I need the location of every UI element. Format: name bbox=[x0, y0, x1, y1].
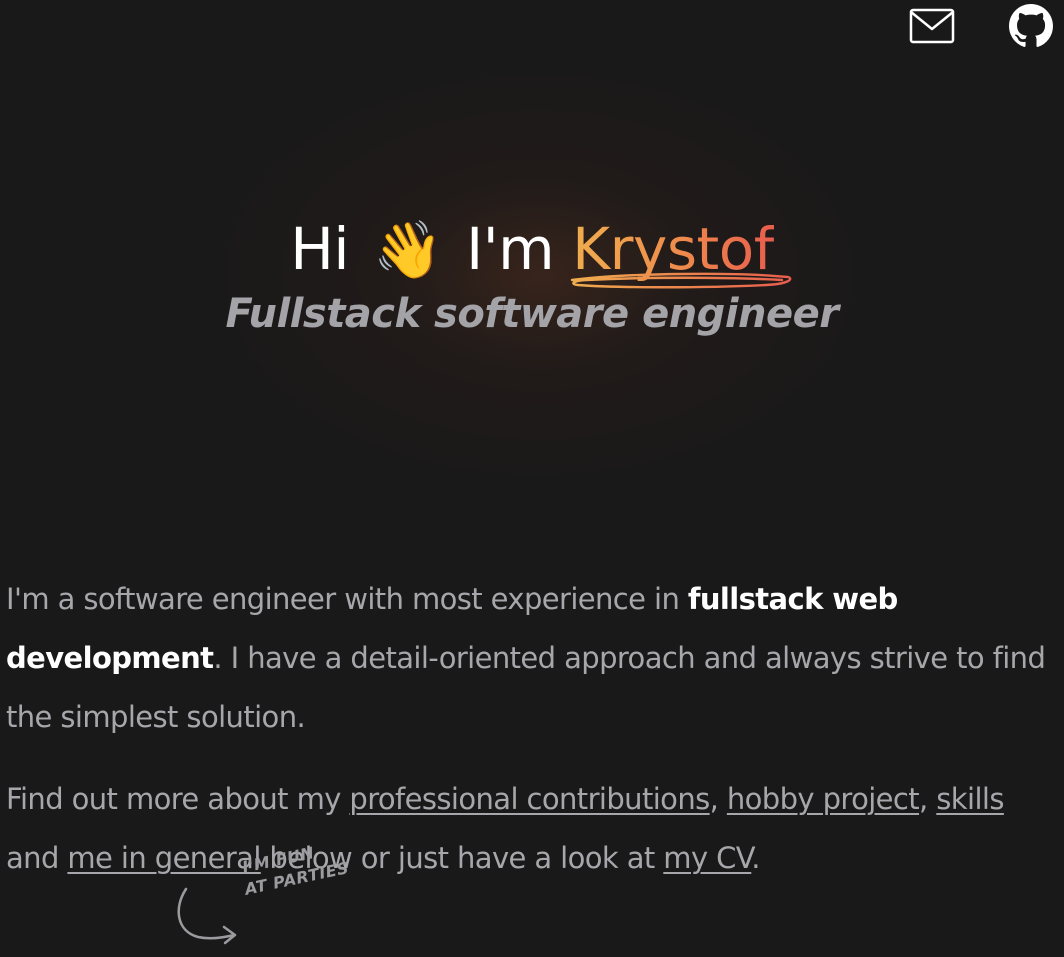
name-wrap: Krystof bbox=[570, 205, 792, 293]
hobby-project-link[interactable]: hobby project bbox=[727, 782, 920, 816]
hero-subtitle: Fullstack software engineer bbox=[225, 291, 839, 337]
page: Hi 👋 I'm Krystof Fullstack software engi… bbox=[0, 0, 1064, 957]
about-paragraph-1: I'm a software engineer with most experi… bbox=[6, 570, 1056, 747]
envelope-icon bbox=[909, 8, 955, 44]
about-paragraph-2: Find out more about my professional cont… bbox=[6, 770, 1056, 888]
top-nav bbox=[864, 0, 1064, 56]
scribble-underline-icon bbox=[570, 272, 792, 289]
skills-link[interactable]: skills bbox=[936, 782, 1004, 816]
hero-title: Hi 👋 I'm Krystof bbox=[0, 205, 1064, 295]
hero: Hi 👋 I'm Krystof Fullstack software engi… bbox=[0, 205, 1064, 339]
about-text: I'm a software engineer with most experi… bbox=[6, 582, 688, 616]
separator-text: and bbox=[6, 841, 68, 875]
cv-link[interactable]: my CV bbox=[663, 841, 752, 875]
separator-text: , bbox=[919, 782, 937, 816]
professional-contributions-link[interactable]: professional contributions bbox=[349, 782, 710, 816]
email-link[interactable] bbox=[909, 8, 955, 48]
greeting-text: Hi bbox=[290, 215, 350, 283]
separator-text: , bbox=[709, 782, 727, 816]
github-link[interactable] bbox=[1009, 4, 1053, 52]
wave-icon: 👋 bbox=[372, 218, 443, 283]
intro-text: I'm bbox=[466, 215, 555, 283]
about-section: I'm a software engineer with most experi… bbox=[6, 570, 1056, 911]
github-icon bbox=[1009, 4, 1053, 47]
about-text: Find out more about my bbox=[6, 782, 350, 816]
separator-text: . bbox=[751, 841, 760, 875]
